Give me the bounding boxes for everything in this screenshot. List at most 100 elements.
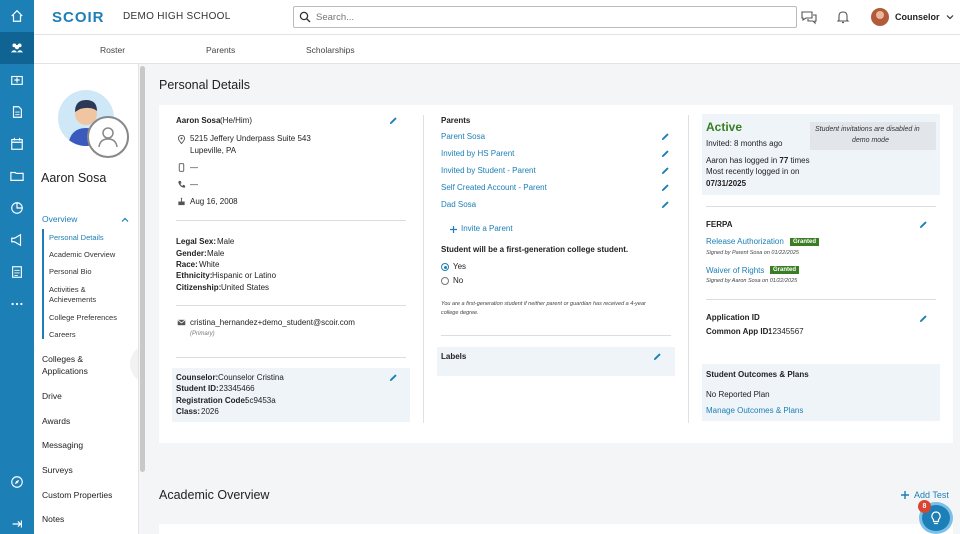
ferpa-title: FERPA <box>706 220 733 229</box>
search-box[interactable] <box>293 6 797 28</box>
release-granted-badge: Granted <box>790 238 820 246</box>
document-icon[interactable] <box>0 96 34 128</box>
nav-notes[interactable]: Notes <box>42 514 64 524</box>
edit-profile-icon[interactable] <box>389 116 398 125</box>
application-id-title: Application ID <box>706 313 760 322</box>
divider <box>441 335 671 336</box>
nav-surveys[interactable]: Surveys <box>42 465 73 475</box>
tab-scholarships[interactable]: Scholarships <box>306 45 355 55</box>
upload-photo-icon[interactable] <box>87 116 129 158</box>
add-test-label: Add Test <box>914 490 949 500</box>
expand-icon[interactable] <box>0 508 34 534</box>
college-icon[interactable] <box>0 64 34 96</box>
chevron-up-icon[interactable] <box>121 216 129 224</box>
help-notification-badge: 8 <box>918 500 931 513</box>
tab-roster[interactable]: Roster <box>100 45 125 55</box>
megaphone-icon[interactable] <box>0 224 34 256</box>
labels-title: Labels <box>441 352 467 361</box>
user-menu[interactable]: Counselor <box>871 6 954 28</box>
first-gen-question: Student will be a first-generation colle… <box>441 245 629 254</box>
edit-ferpa-icon[interactable] <box>919 220 928 229</box>
edit-parent-icon[interactable] <box>661 200 670 209</box>
nav-academic-overview[interactable]: Academic Overview <box>49 250 115 260</box>
home-icon[interactable] <box>0 0 34 32</box>
compass-icon[interactable] <box>0 466 34 498</box>
edit-parent-icon[interactable] <box>661 183 670 192</box>
release-authorization-link[interactable]: Release Authorization <box>706 237 784 246</box>
more-icon[interactable] <box>0 288 34 320</box>
parent-link-3[interactable]: Invited by Student - Parent <box>441 166 536 175</box>
pie-chart-icon[interactable] <box>0 192 34 224</box>
nav-applications[interactable]: Applications <box>42 366 88 376</box>
class-value: 2026 <box>201 407 219 416</box>
edit-parent-icon[interactable] <box>661 132 670 141</box>
nav-personal-details[interactable]: Personal Details <box>49 233 104 243</box>
waiver-of-rights-link[interactable]: Waiver of Rights <box>706 266 764 275</box>
search-icon <box>299 11 311 23</box>
release-signature: Signed by Parent Sosa on 01/22/2025 <box>706 250 799 256</box>
user-avatar <box>871 8 889 26</box>
nav-messaging[interactable]: Messaging <box>42 440 83 450</box>
nav-colleges[interactable]: Colleges & <box>42 354 83 364</box>
edit-parent-icon[interactable] <box>661 166 670 175</box>
waiver-granted-badge: Granted <box>770 266 800 274</box>
email-address[interactable]: cristina_hernandez+demo_student@scoir.co… <box>190 318 355 327</box>
lightbulb-icon <box>931 511 941 525</box>
nav-personal-bio[interactable]: Personal Bio <box>49 267 92 277</box>
nav-custom-properties[interactable]: Custom Properties <box>42 490 112 500</box>
parent-link-4[interactable]: Self Created Account - Parent <box>441 183 547 192</box>
parent-link-1[interactable]: Parent Sosa <box>441 132 485 141</box>
first-gen-no-radio[interactable] <box>441 277 449 285</box>
school-name: DEMO HIGH SCHOOL <box>123 11 231 22</box>
search-input[interactable] <box>316 10 786 25</box>
first-gen-yes-radio[interactable] <box>441 263 449 271</box>
chevron-down-icon <box>946 15 953 20</box>
edit-application-id-icon[interactable] <box>919 314 928 323</box>
divider <box>706 206 936 207</box>
academic-overview-title: Academic Overview <box>159 488 270 502</box>
user-name: Counselor <box>895 12 940 22</box>
phone-icon <box>178 180 186 188</box>
waiver-signature: Signed by Aaron Sosa on 01/22/2025 <box>706 278 798 284</box>
student-pronouns: (He/Him) <box>220 116 252 125</box>
nav-activities[interactable]: Activities & <box>49 285 86 295</box>
list-icon[interactable] <box>0 256 34 288</box>
class-label: Class: <box>176 407 201 416</box>
chat-icon[interactable] <box>801 9 817 25</box>
add-test-button[interactable]: Add Test <box>900 490 949 500</box>
invited-when: Invited: 8 months ago <box>706 139 783 148</box>
edit-labels-icon[interactable] <box>653 352 662 361</box>
parent-link-2[interactable]: Invited by HS Parent <box>441 149 514 158</box>
edit-parent-icon[interactable] <box>661 149 670 158</box>
race-label: Race: <box>176 260 198 269</box>
nav-achievements[interactable]: Achievements <box>49 295 96 305</box>
calendar-icon[interactable] <box>0 128 34 160</box>
users-icon[interactable] <box>0 32 34 64</box>
account-status: Active <box>706 120 743 134</box>
phone-number: — <box>190 180 198 189</box>
nav-drive[interactable]: Drive <box>42 391 62 401</box>
nav-careers[interactable]: Careers <box>49 330 76 340</box>
invite-parent-link[interactable]: Invite a Parent <box>461 224 513 233</box>
email-icon <box>177 319 186 326</box>
parent-link-5[interactable]: Dad Sosa <box>441 200 476 209</box>
tab-parents[interactable]: Parents <box>206 45 235 55</box>
ethnicity-label: Ethnicity: <box>176 271 213 280</box>
folder-icon[interactable] <box>0 160 34 192</box>
legal-sex-label: Legal Sex: <box>176 237 217 246</box>
parents-title: Parents <box>441 116 471 125</box>
bell-icon[interactable] <box>835 9 851 25</box>
edit-school-info-icon[interactable] <box>389 373 398 382</box>
cursor-highlight <box>130 344 138 384</box>
scoir-logo[interactable]: SCOIR <box>52 9 105 26</box>
nav-awards[interactable]: Awards <box>42 416 70 426</box>
manage-outcomes-link[interactable]: Manage Outcomes & Plans <box>706 406 803 415</box>
nav-college-preferences[interactable]: College Preferences <box>49 313 117 323</box>
plus-icon[interactable] <box>449 225 458 234</box>
registration-code-label: Registration Code: <box>176 396 248 405</box>
recent-login-date: 07/31/2025 <box>706 179 747 188</box>
demo-note-line1: Student invitations are disabled in <box>815 126 920 133</box>
divider <box>706 299 936 300</box>
nav-overview[interactable]: Overview <box>42 214 77 224</box>
citizenship-label: Citizenship: <box>176 283 222 292</box>
